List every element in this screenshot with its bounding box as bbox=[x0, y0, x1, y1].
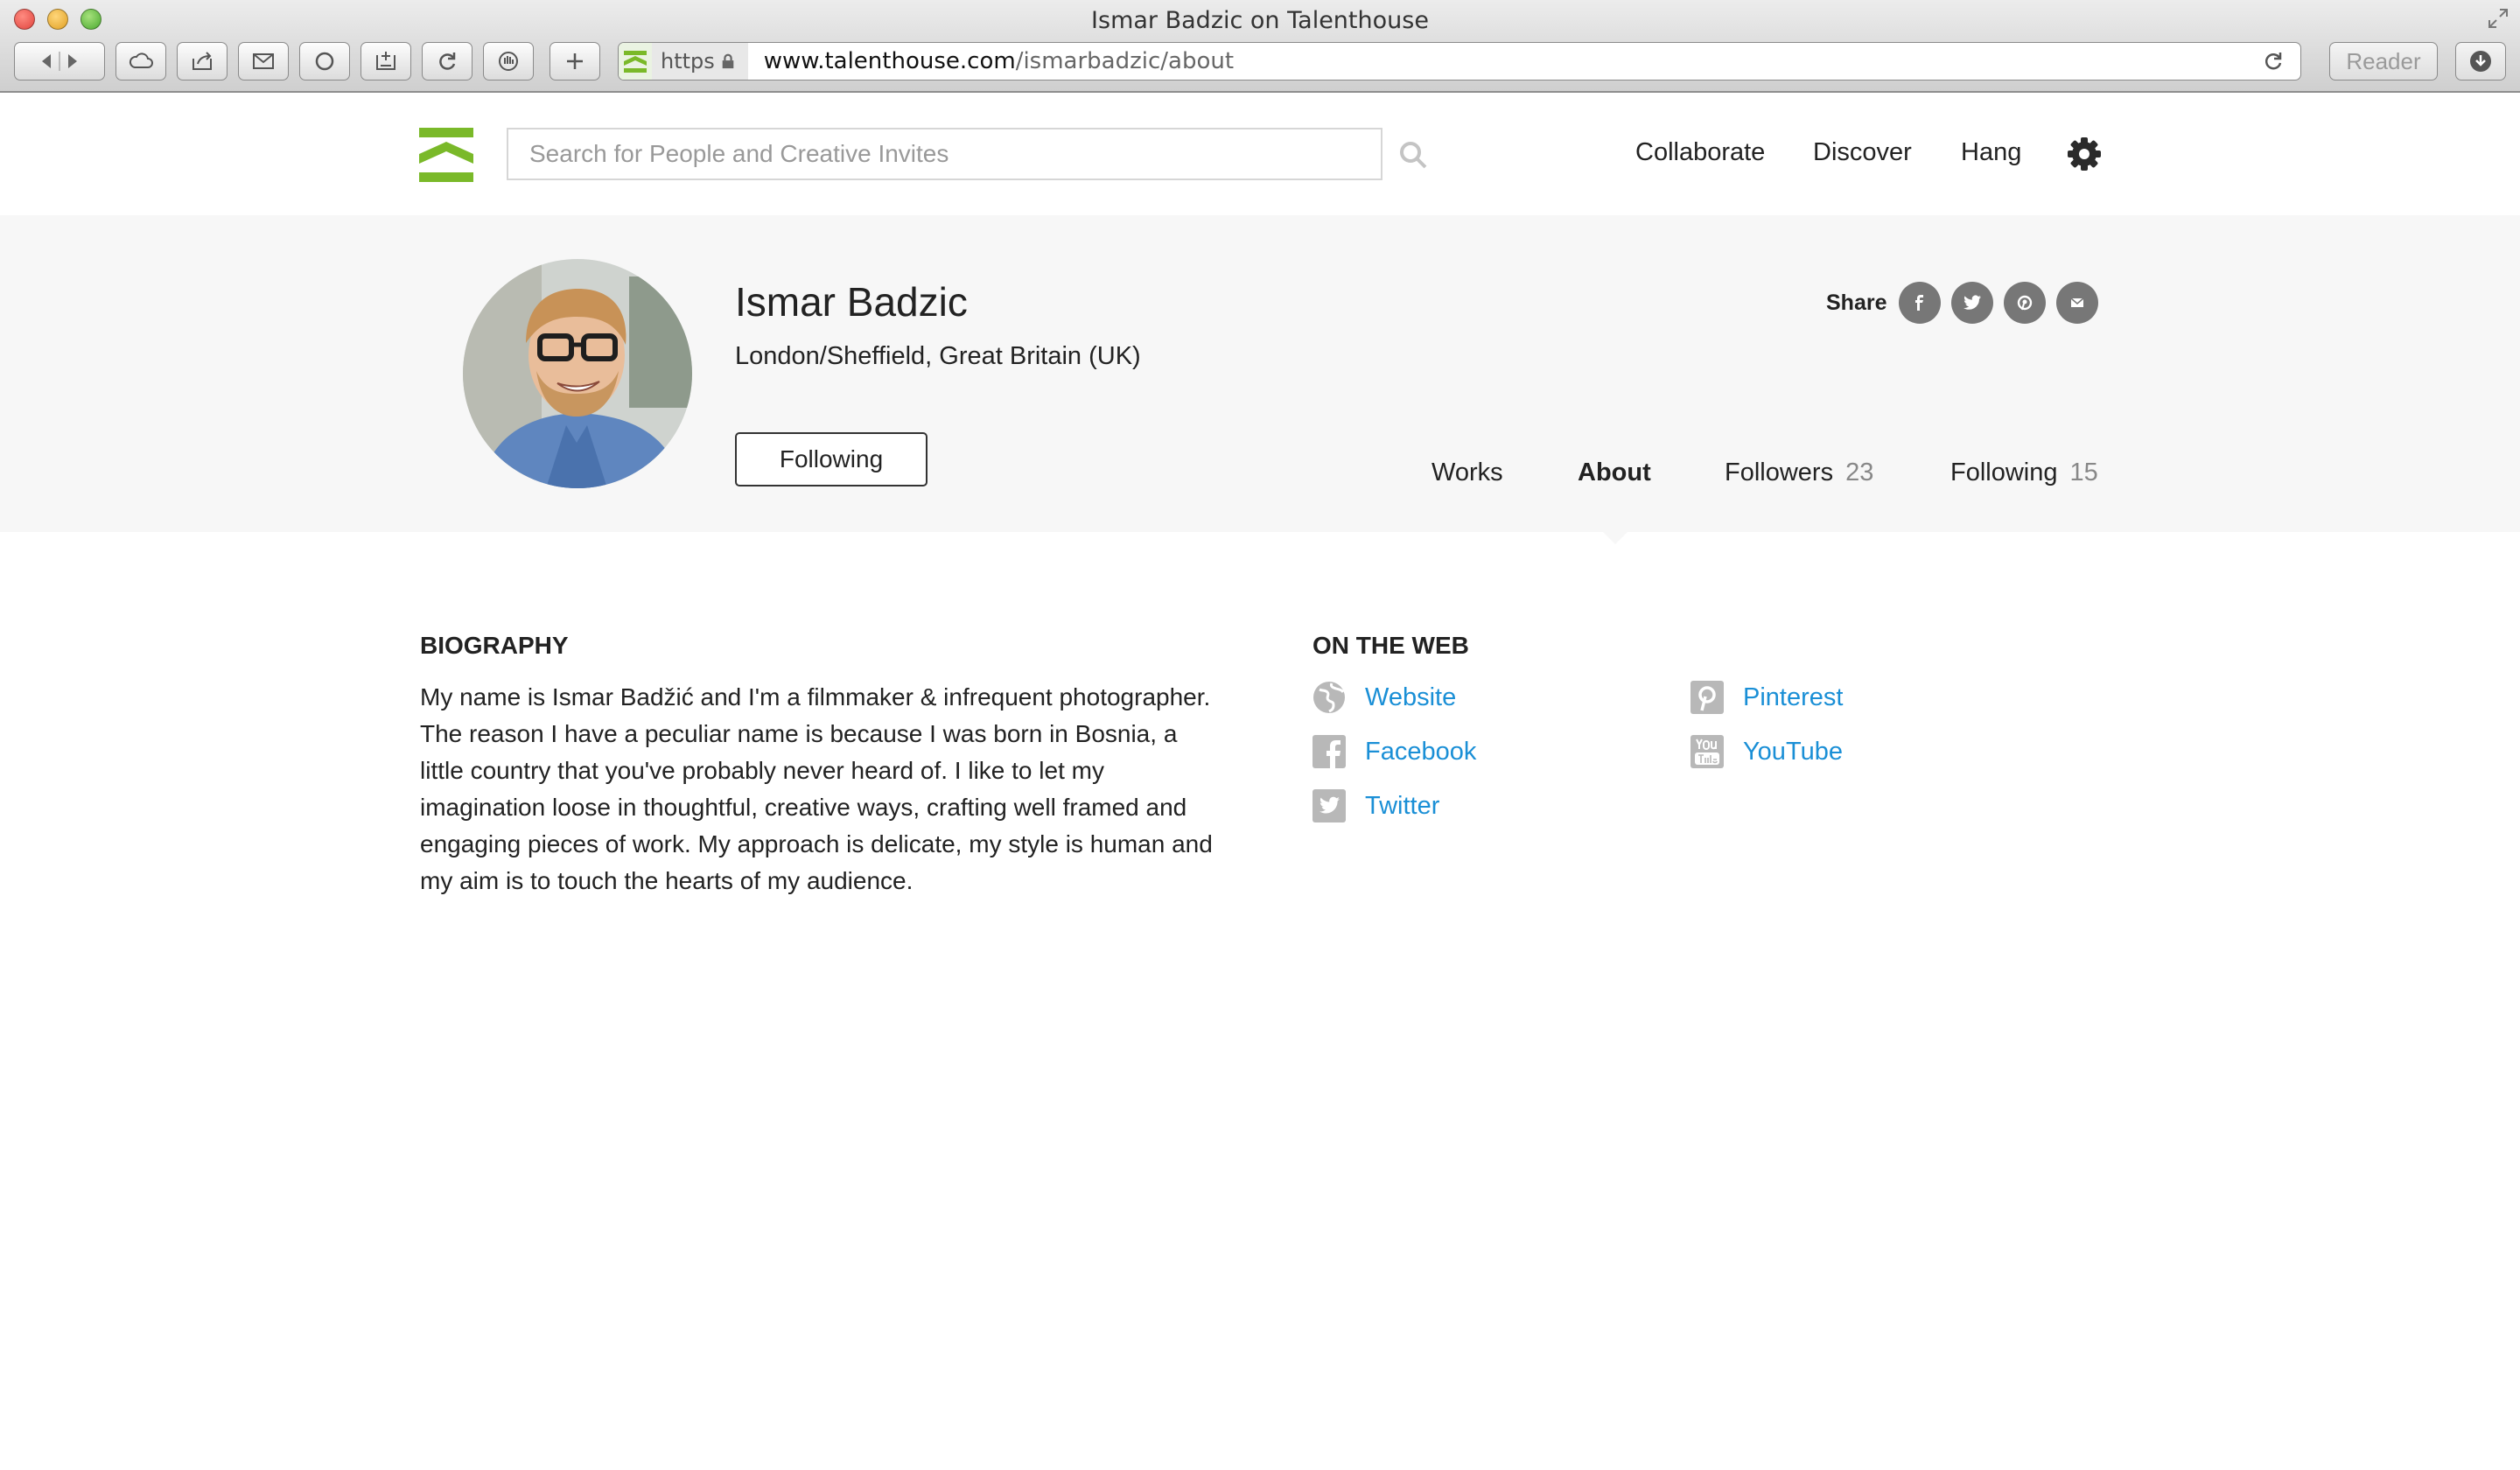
url-path: /ismarbadzic/about bbox=[1015, 48, 1235, 74]
icloud-tabs-button[interactable] bbox=[116, 42, 166, 80]
search-input[interactable]: Search for People and Creative Invites bbox=[507, 128, 1382, 180]
share-page-button[interactable] bbox=[177, 42, 228, 80]
bookmark-add-icon bbox=[376, 52, 396, 70]
url-domain: www.talenthouse.com bbox=[763, 48, 1016, 74]
tab-following-label: Following bbox=[1950, 458, 2058, 486]
reader-button[interactable]: Reader bbox=[2329, 42, 2438, 80]
browser-chrome: Ismar Badzic on Talenthouse https www.ta… bbox=[0, 0, 2520, 93]
cloud-icon bbox=[129, 52, 153, 68]
refresh-button[interactable] bbox=[422, 42, 472, 80]
pinterest-icon bbox=[1690, 681, 1724, 714]
back-forward-icon bbox=[42, 52, 77, 71]
top-sites-button[interactable] bbox=[360, 42, 411, 80]
website-link[interactable]: Website bbox=[1312, 681, 1456, 714]
lock-icon bbox=[722, 53, 734, 69]
profile-location: London/Sheffield, Great Britain (UK) bbox=[735, 342, 1141, 370]
twitter-link-label: Twitter bbox=[1365, 791, 1440, 820]
url-scheme: https bbox=[661, 49, 715, 74]
talenthouse-logo[interactable] bbox=[419, 128, 473, 182]
new-tab-button[interactable] bbox=[550, 42, 600, 80]
globe-icon bbox=[1313, 682, 1345, 713]
address-bar[interactable]: https www.talenthouse.com /ismarbadzic/a… bbox=[618, 42, 2301, 80]
profile-photo bbox=[463, 259, 692, 488]
talenthouse-logo-icon bbox=[624, 51, 647, 73]
tab-followers[interactable]: Followers 23 bbox=[1725, 458, 1873, 487]
website-link-label: Website bbox=[1365, 682, 1457, 711]
search-icon[interactable] bbox=[1398, 140, 1428, 170]
share-label: Share bbox=[1826, 290, 1887, 315]
youtube-link-label: YouTube bbox=[1743, 737, 1843, 766]
active-tab-indicator bbox=[1601, 530, 1629, 544]
tab-about-label: About bbox=[1578, 458, 1651, 486]
twitter-icon bbox=[1312, 789, 1346, 822]
share-arrow-icon bbox=[192, 52, 212, 70]
facebook-share-icon[interactable] bbox=[1899, 282, 1941, 324]
window-title: Ismar Badzic on Talenthouse bbox=[1091, 7, 1429, 34]
browser-toolbar bbox=[14, 42, 600, 80]
pinterest-link[interactable]: Pinterest bbox=[1690, 681, 1843, 714]
youtube-icon bbox=[1690, 735, 1724, 768]
twitter-share-icon[interactable] bbox=[1951, 282, 1993, 324]
downloads-button[interactable] bbox=[2455, 42, 2506, 80]
nav-discover[interactable]: Discover bbox=[1813, 138, 1912, 167]
email-share-icon[interactable] bbox=[2056, 282, 2098, 324]
hand-icon bbox=[499, 52, 518, 71]
tab-about[interactable]: About bbox=[1578, 458, 1651, 487]
site-favicon bbox=[619, 43, 652, 80]
on-the-web-heading: ON THE WEB bbox=[1312, 632, 1469, 659]
tab-followers-label: Followers bbox=[1725, 458, 1834, 486]
facebook-icon bbox=[1312, 735, 1346, 768]
facebook-link[interactable]: Facebook bbox=[1312, 735, 1476, 768]
extension-button[interactable] bbox=[483, 42, 534, 80]
mail-icon bbox=[253, 53, 274, 69]
back-forward-buttons[interactable] bbox=[14, 42, 105, 80]
profile-name: Ismar Badzic bbox=[735, 279, 968, 325]
pinterest-link-label: Pinterest bbox=[1743, 682, 1844, 711]
search-placeholder: Search for People and Creative Invites bbox=[529, 140, 949, 167]
twitter-link[interactable]: Twitter bbox=[1312, 789, 1439, 822]
address-reload-icon[interactable] bbox=[2262, 50, 2285, 73]
tab-following[interactable]: Following 15 bbox=[1950, 458, 2098, 487]
biography-heading: BIOGRAPHY bbox=[420, 632, 569, 659]
glasses-icon bbox=[315, 52, 334, 71]
avatar bbox=[463, 259, 692, 488]
profile-header: Ismar Badzic London/Sheffield, Great Bri… bbox=[0, 215, 2520, 544]
plus-icon bbox=[567, 53, 583, 69]
fullscreen-icon[interactable] bbox=[2487, 7, 2510, 30]
reload-icon bbox=[439, 52, 456, 70]
pinterest-share-icon[interactable] bbox=[2004, 282, 2046, 324]
mail-button[interactable] bbox=[238, 42, 289, 80]
site-header: Search for People and Creative Invites C… bbox=[0, 94, 2520, 215]
secure-indicator: https bbox=[652, 43, 748, 80]
nav-collaborate[interactable]: Collaborate bbox=[1635, 138, 1765, 167]
following-count: 15 bbox=[2069, 458, 2098, 486]
biography-text: My name is Ismar Badžić and I'm a filmma… bbox=[420, 683, 1213, 894]
reading-list-button[interactable] bbox=[299, 42, 350, 80]
followers-count: 23 bbox=[1845, 458, 1874, 486]
gear-icon[interactable] bbox=[2067, 136, 2102, 172]
following-button[interactable]: Following bbox=[735, 432, 928, 486]
facebook-link-label: Facebook bbox=[1365, 737, 1477, 766]
youtube-link[interactable]: YouTube bbox=[1690, 735, 1843, 768]
nav-hang[interactable]: Hang bbox=[1961, 138, 2021, 167]
download-icon bbox=[2470, 51, 2491, 72]
tab-works[interactable]: Works bbox=[1432, 458, 1503, 487]
tab-works-label: Works bbox=[1432, 458, 1503, 486]
